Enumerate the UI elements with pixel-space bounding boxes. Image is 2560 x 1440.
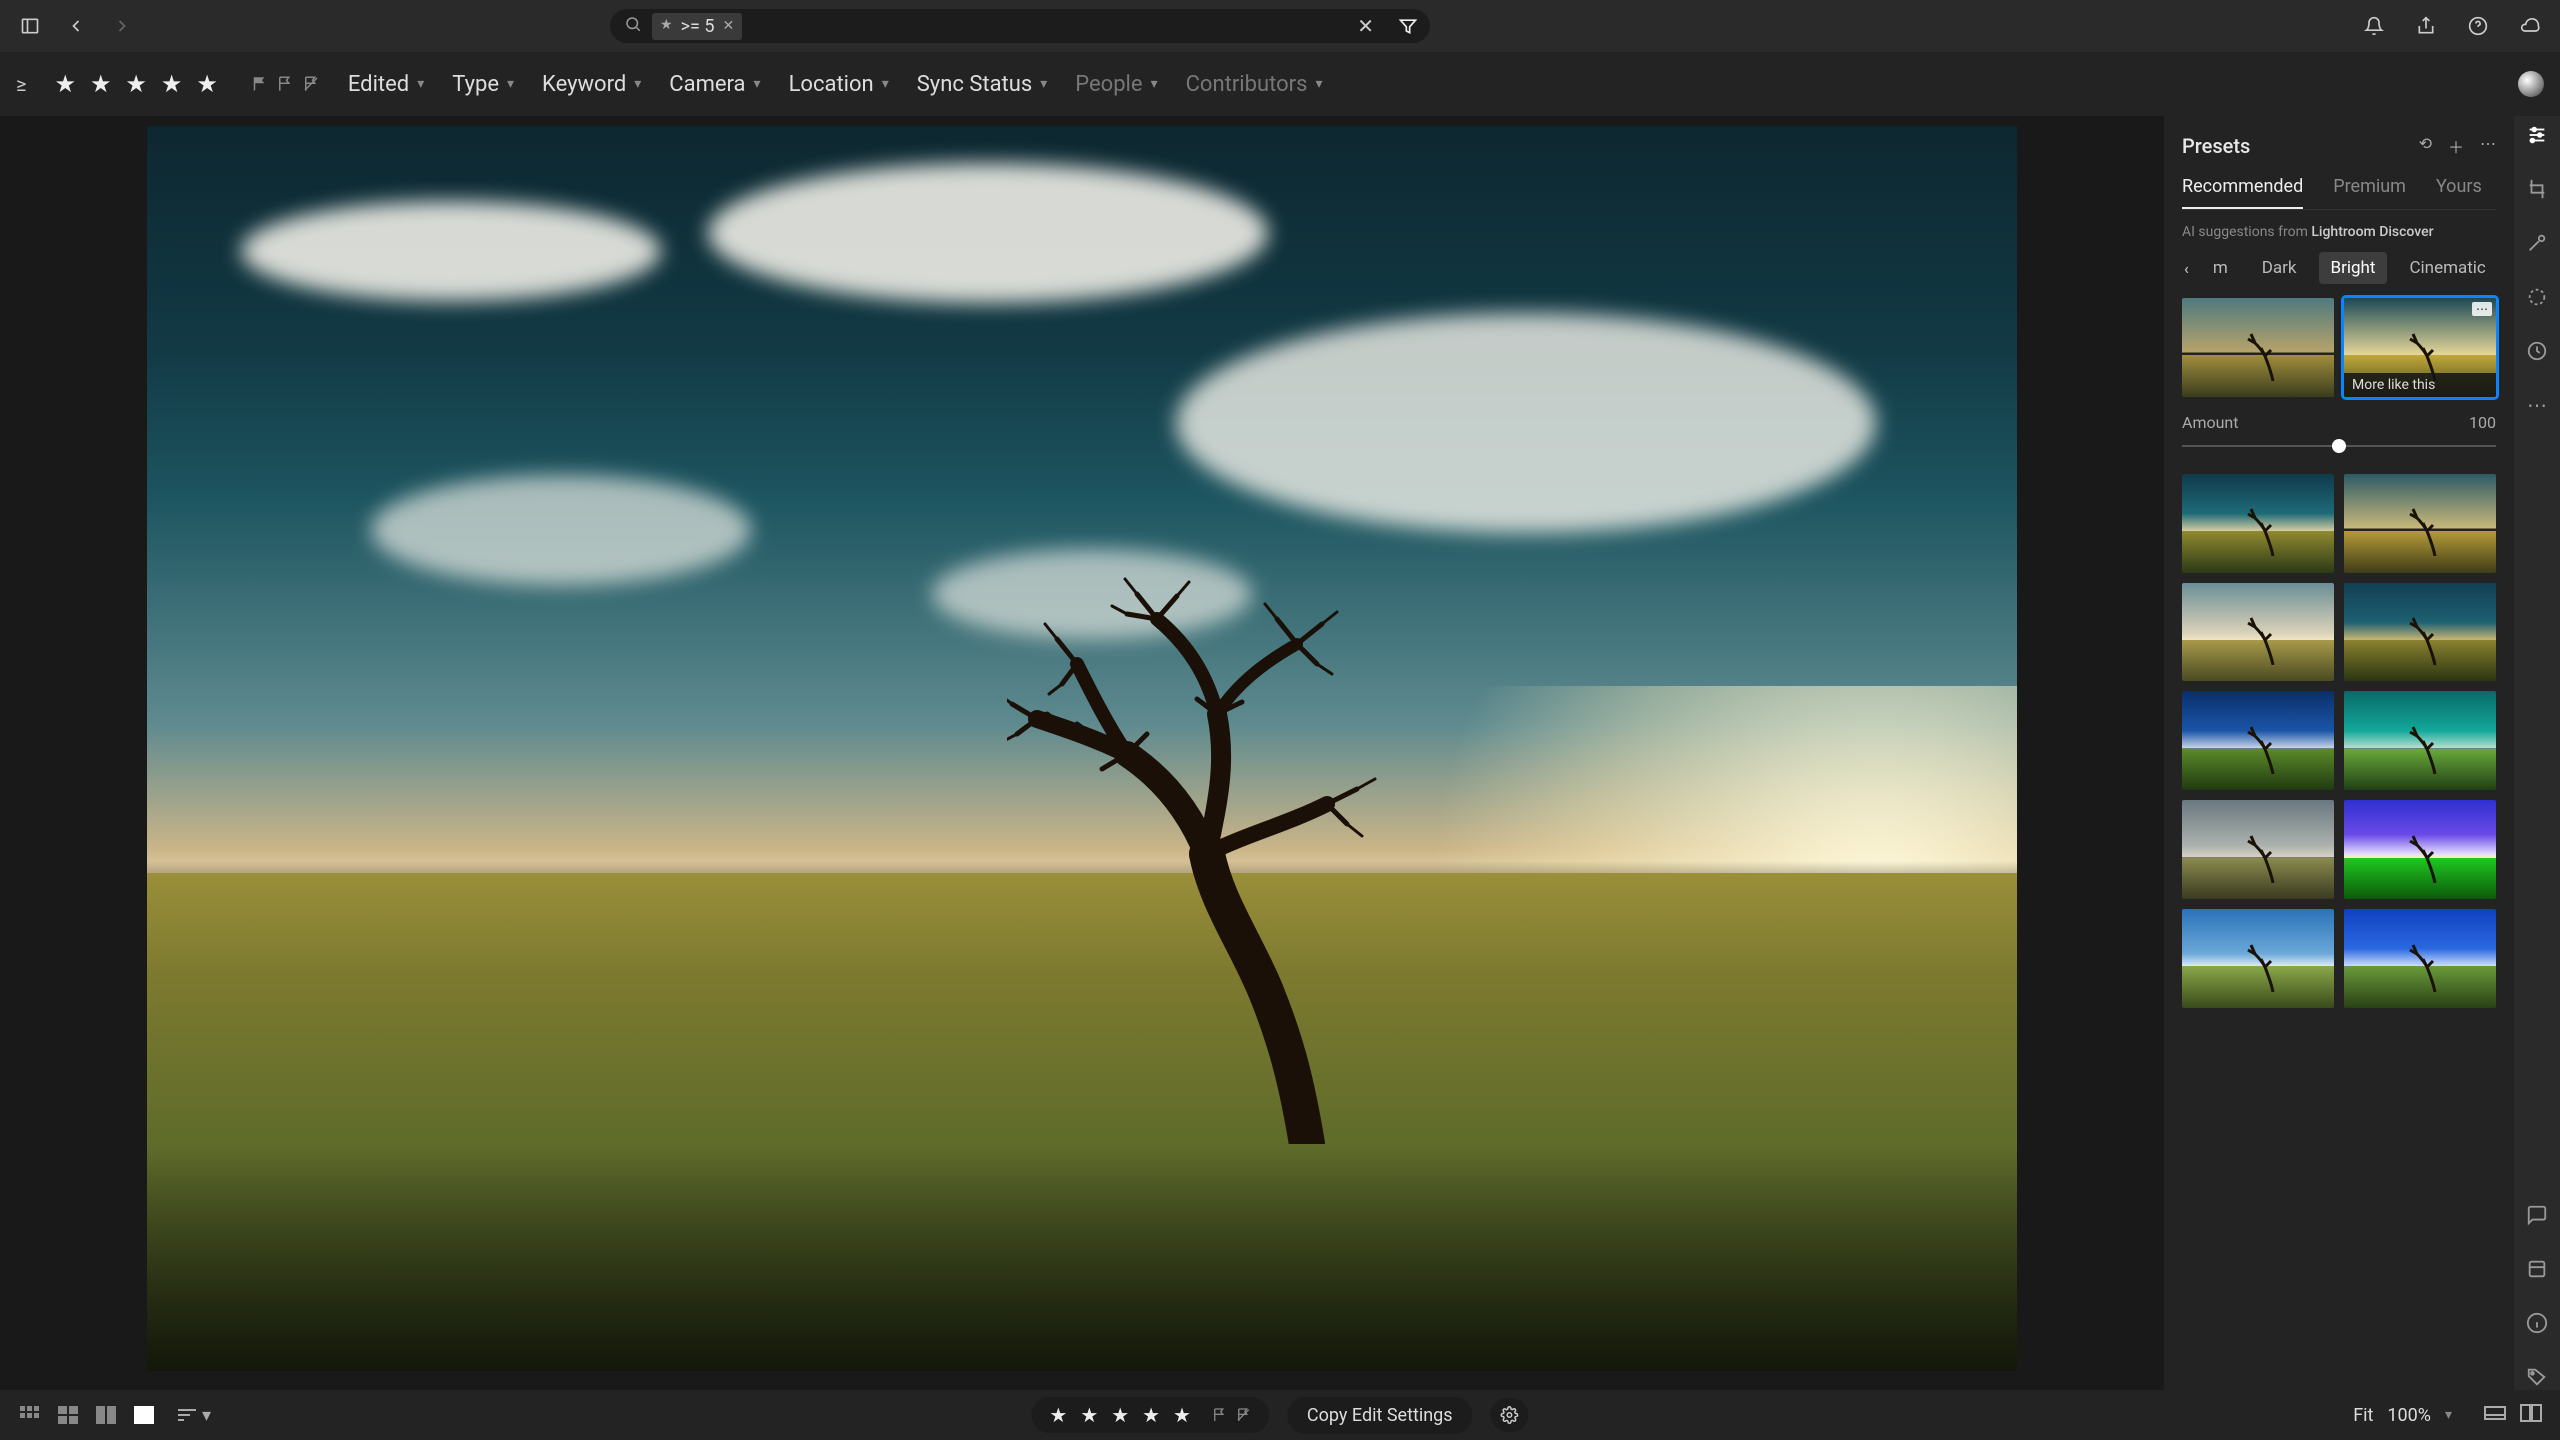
presets-more-icon[interactable]: ⋯ (2480, 134, 2496, 158)
preset-category-dark[interactable]: Dark (2250, 252, 2309, 284)
forward-icon (108, 12, 136, 40)
versions-icon[interactable] (2524, 338, 2550, 364)
ai-suggestions-label: AI suggestions from Lightroom Discover (2182, 224, 2496, 240)
presets-reset-icon[interactable]: ⟲ (2419, 134, 2432, 158)
preset-thumbnail[interactable] (2344, 474, 2496, 573)
sort-button[interactable]: ▾ (178, 1405, 211, 1426)
help-icon[interactable] (2464, 12, 2492, 40)
copy-edit-settings-button[interactable]: Copy Edit Settings (1287, 1397, 1473, 1434)
image-canvas[interactable] (0, 116, 2164, 1390)
search-clear-icon[interactable]: ✕ (1351, 14, 1380, 38)
star-rating-filter[interactable]: ★ ★ ★ ★ ★ (54, 70, 221, 98)
filter-keyword[interactable]: Keyword▾ (542, 72, 641, 97)
edit-sliders-icon[interactable] (2524, 122, 2550, 148)
preset-thumbnail[interactable] (2344, 691, 2496, 790)
comments-icon[interactable] (2524, 1202, 2550, 1228)
preset-thumbnail[interactable] (2182, 800, 2334, 899)
zoom-fit-button[interactable]: Fit (2353, 1405, 2373, 1426)
preset-thumbnail[interactable] (2182, 909, 2334, 1008)
filter-sync-status[interactable]: Sync Status▾ (917, 72, 1048, 97)
presets-title: Presets (2182, 134, 2250, 158)
share-icon[interactable] (2412, 12, 2440, 40)
filmstrip-horizontal-icon[interactable] (2484, 1404, 2506, 1427)
search-bar[interactable]: ★ >= 5 ✕ ✕ (610, 9, 1430, 43)
photo-rating-stars[interactable]: ★ ★ ★ ★ ★ (1049, 1403, 1195, 1427)
search-filter-chip[interactable]: ★ >= 5 ✕ (652, 13, 742, 40)
filter-camera[interactable]: Camera▾ (669, 72, 760, 97)
star-icon: ★ (660, 17, 673, 33)
chip-text: >= 5 (681, 16, 715, 37)
masking-icon[interactable] (2524, 284, 2550, 310)
filter-funnel-icon[interactable] (1394, 12, 1422, 40)
preset-thumbnail[interactable] (2182, 298, 2334, 397)
photo-rating-pill[interactable]: ★ ★ ★ ★ ★ (1031, 1397, 1269, 1433)
notifications-icon[interactable] (2360, 12, 2388, 40)
panel-toggle-icon[interactable] (16, 12, 44, 40)
preset-category[interactable]: m (2201, 252, 2240, 284)
filter-contributors[interactable]: Contributors▾ (1186, 72, 1323, 97)
original-toggle-icon[interactable] (2518, 71, 2544, 97)
view-grid-large-icon[interactable] (56, 1405, 80, 1425)
preset-thumbnail[interactable] (2182, 583, 2334, 682)
preset-category-bright[interactable]: Bright (2319, 252, 2388, 284)
amount-slider[interactable] (2182, 436, 2496, 456)
filter-location[interactable]: Location▾ (789, 72, 889, 97)
chip-remove-icon[interactable]: ✕ (722, 18, 734, 34)
preset-thumbnail[interactable] (2344, 800, 2496, 899)
crop-icon[interactable] (2524, 176, 2550, 202)
filter-type[interactable]: Type▾ (452, 72, 514, 97)
presets-add-icon[interactable]: ＋ (2448, 134, 2464, 158)
view-detail-icon[interactable] (132, 1405, 156, 1425)
preset-tab-yours[interactable]: Yours (2436, 176, 2482, 209)
activity-icon[interactable] (2524, 1256, 2550, 1282)
amount-value: 100 (2469, 413, 2496, 432)
presets-panel: Presets ⟲ ＋ ⋯ Recommended Premium Yours … (2164, 116, 2514, 1390)
flag-pick-icon[interactable] (1211, 1407, 1227, 1423)
preset-thumbnail[interactable] (2182, 474, 2334, 573)
preset-tab-recommended[interactable]: Recommended (2182, 176, 2303, 209)
back-icon[interactable] (62, 12, 90, 40)
view-grid-small-icon[interactable] (18, 1405, 42, 1425)
preset-category-cinematic[interactable]: Cinematic (2397, 252, 2497, 284)
cloud-sync-icon[interactable] (2516, 12, 2544, 40)
preset-tab-premium[interactable]: Premium (2333, 176, 2406, 209)
preset-thumbnail[interactable]: ⋯ More like this (2344, 298, 2496, 397)
preset-thumbnail[interactable] (2344, 909, 2496, 1008)
right-tool-strip: ⋯ (2514, 116, 2560, 1390)
filter-edited[interactable]: Edited▾ (348, 72, 424, 97)
keywords-icon[interactable] (2524, 1364, 2550, 1390)
info-icon[interactable] (2524, 1310, 2550, 1336)
healing-brush-icon[interactable] (2524, 230, 2550, 256)
rating-gte-icon[interactable]: ≥ (16, 72, 26, 96)
search-icon (624, 15, 642, 37)
zoom-dropdown-icon[interactable]: ▾ (2445, 1407, 2452, 1423)
main-photo (147, 126, 2017, 1371)
amount-label: Amount (2182, 413, 2238, 432)
view-compare-icon[interactable] (94, 1405, 118, 1425)
zoom-percent-button[interactable]: 100% (2387, 1405, 2431, 1426)
filter-people[interactable]: People▾ (1075, 72, 1157, 97)
flag-filter-group[interactable] (250, 75, 320, 93)
more-like-this-label[interactable]: More like this (2344, 373, 2496, 397)
more-tools-icon[interactable]: ⋯ (2524, 392, 2550, 418)
settings-gear-icon[interactable] (1491, 1398, 1529, 1432)
category-scroll-left-icon[interactable]: ‹ (2182, 259, 2191, 278)
thumb-more-icon[interactable]: ⋯ (2472, 302, 2492, 316)
flag-reject-icon[interactable] (1235, 1407, 1251, 1423)
preset-thumbnail[interactable] (2182, 691, 2334, 790)
filmstrip-vertical-icon[interactable] (2520, 1404, 2542, 1427)
preset-thumbnail[interactable] (2344, 583, 2496, 682)
